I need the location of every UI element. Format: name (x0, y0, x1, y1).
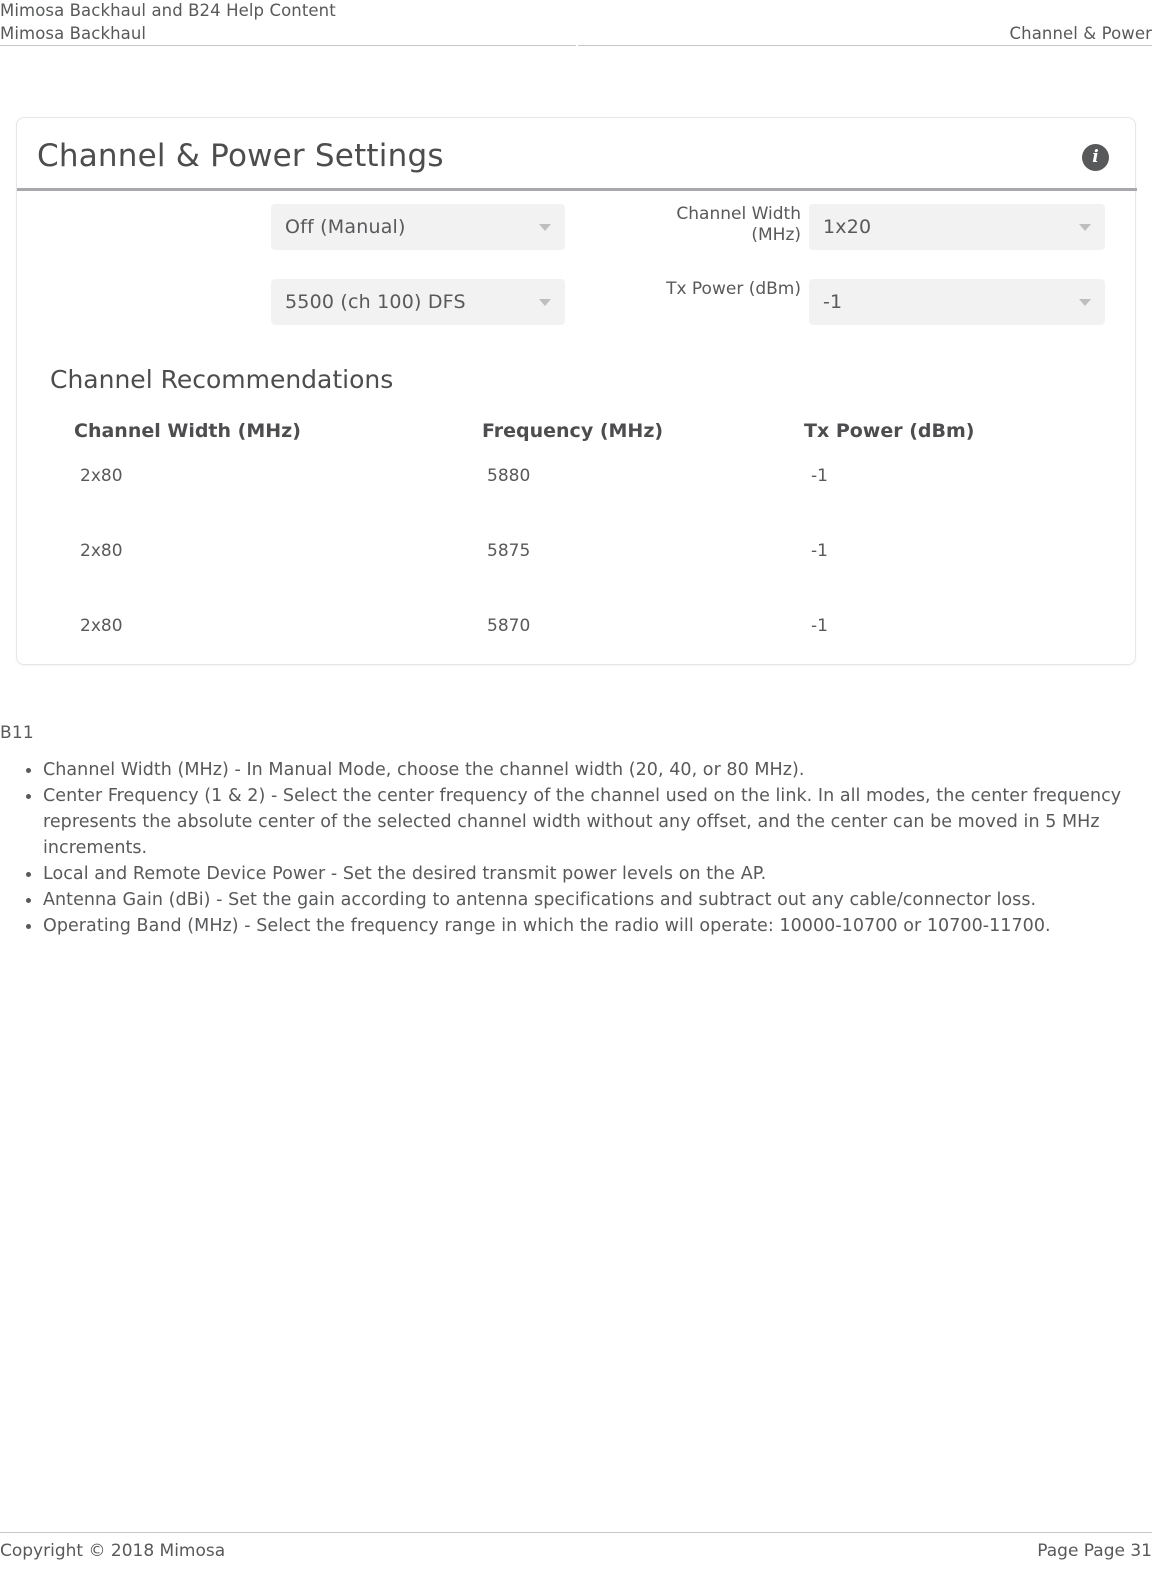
info-icon[interactable]: i (1082, 144, 1109, 171)
card-title: Channel & Power Settings (37, 138, 444, 174)
footer-copyright: Copyright © 2018 Mimosa (0, 1541, 226, 1561)
list-item: Center Frequency (1 & 2) - Select the ce… (24, 783, 1142, 861)
cell-channel-width: 2x80 (80, 541, 123, 561)
table-row[interactable]: 2x80 5880 -1 (17, 458, 1137, 533)
form-row-2: Center Frequency (MHz) 5500 (ch 100) DFS… (17, 279, 1137, 354)
cell-tx-power: -1 (811, 541, 828, 561)
column-header-frequency: Frequency (MHz) (482, 420, 664, 442)
recommendations-title: Channel Recommendations (50, 365, 394, 394)
list-item: Local and Remote Device Power - Set the … (24, 861, 1142, 887)
dropdown-value-tx-power: -1 (823, 291, 843, 313)
dropdown-tx-power[interactable]: -1 (809, 279, 1105, 325)
dropdown-value-auto-everything: Off (Manual) (285, 216, 406, 238)
cell-frequency: 5875 (487, 541, 531, 561)
chevron-down-icon (1079, 298, 1091, 306)
table-row[interactable]: 2x80 5870 -1 (17, 608, 1137, 683)
cell-frequency: 5880 (487, 466, 531, 486)
column-header-channel-width: Channel Width (MHz) (74, 420, 301, 442)
settings-form: Auto Everything Off (Manual) Channel Wid… (17, 204, 1137, 354)
chevron-down-icon (539, 298, 551, 306)
list-item: Channel Width (MHz) - In Manual Mode, ch… (24, 757, 1142, 783)
footer-page-number: Page Page 31 (1037, 1541, 1152, 1561)
list-item: Antenna Gain (dBi) - Set the gain accord… (24, 887, 1142, 913)
card-divider (17, 188, 1137, 191)
channel-power-settings-card: Channel & Power Settings i Auto Everythi… (16, 117, 1137, 665)
field-label-tx-power: Tx Power (dBm) (666, 279, 801, 299)
dropdown-center-frequency[interactable]: 5500 (ch 100) DFS (271, 279, 565, 325)
section-name: Channel & Power (1009, 24, 1152, 43)
header-rule-right (578, 45, 1152, 46)
cell-tx-power: -1 (811, 616, 828, 636)
form-row-1: Auto Everything Off (Manual) Channel Wid… (17, 204, 1137, 279)
header-rule-left (0, 45, 576, 46)
table-row[interactable]: 2x80 5875 -1 (17, 533, 1137, 608)
product-name: Mimosa Backhaul (0, 24, 147, 43)
cell-tx-power: -1 (811, 466, 828, 486)
chevron-down-icon (1079, 223, 1091, 231)
list-item: Operating Band (MHz) - Select the freque… (24, 913, 1142, 939)
table-header-row: Channel Width (MHz) Frequency (MHz) Tx P… (17, 412, 1137, 458)
chevron-down-icon (539, 223, 551, 231)
dropdown-channel-width[interactable]: 1x20 (809, 204, 1105, 250)
cell-frequency: 5870 (487, 616, 531, 636)
help-bullet-list: Channel Width (MHz) - In Manual Mode, ch… (0, 757, 1152, 939)
section-label: B11 (0, 723, 34, 743)
recommendations-table: Channel Width (MHz) Frequency (MHz) Tx P… (17, 412, 1137, 683)
cell-channel-width: 2x80 (80, 616, 123, 636)
dropdown-auto-everything[interactable]: Off (Manual) (271, 204, 565, 250)
field-label-channel-width: Channel Width (MHz) (676, 204, 801, 246)
column-header-tx-power: Tx Power (dBm) (804, 420, 975, 442)
cell-channel-width: 2x80 (80, 466, 123, 486)
dropdown-value-channel-width: 1x20 (823, 216, 872, 238)
page-header: Mimosa Backhaul and B24 Help Content Mim… (0, 0, 1152, 46)
footer-rule (0, 1532, 1152, 1533)
dropdown-value-center-frequency: 5500 (ch 100) DFS (285, 291, 466, 313)
document-title: Mimosa Backhaul and B24 Help Content (0, 1, 336, 20)
